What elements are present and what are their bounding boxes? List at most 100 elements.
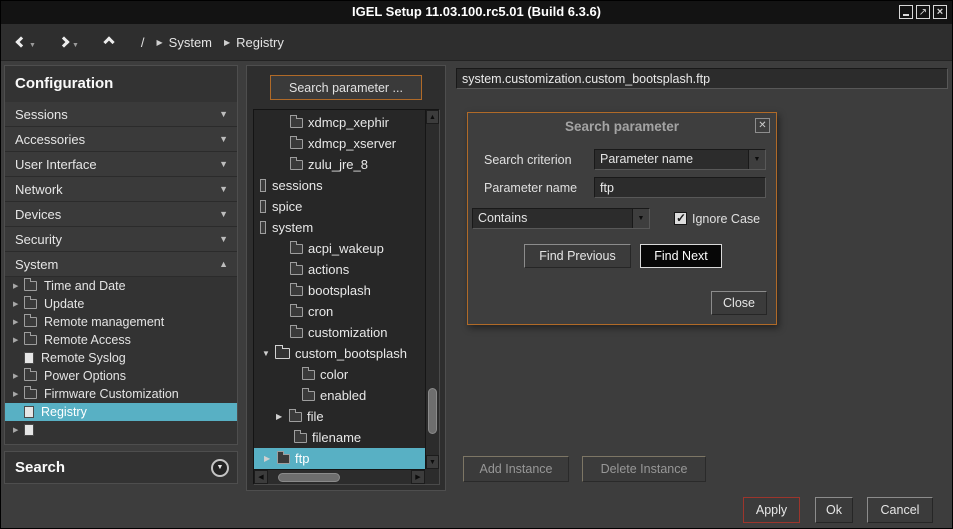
maximize-button[interactable]: ↗ — [916, 5, 930, 19]
tree-item-spice[interactable]: spice — [254, 196, 425, 217]
tree-item-enabled[interactable]: enabled — [254, 385, 425, 406]
sidebar-item-label: Registry — [41, 405, 87, 419]
add-instance-button[interactable]: Add Instance — [463, 456, 569, 482]
sidebar-item-update[interactable]: ▶Update — [5, 295, 237, 313]
apply-button[interactable]: Apply — [743, 497, 800, 523]
sidebar-section-user-interface[interactable]: User Interface▼ — [5, 152, 237, 177]
folder-icon — [24, 299, 37, 309]
dropdown-arrow-icon: ▼ — [632, 209, 649, 228]
sidebar-item-power-options[interactable]: ▶Power Options — [5, 367, 237, 385]
tree-item-cron[interactable]: cron — [254, 301, 425, 322]
dialog-close-button[interactable]: ✕ — [755, 118, 770, 133]
scroll-left-button[interactable]: ◀ — [254, 470, 268, 484]
expand-arrow-icon: ▶ — [13, 426, 24, 434]
tree-item-file[interactable]: ▶file — [254, 406, 425, 427]
folder-icon — [24, 389, 37, 399]
vertical-scrollbar[interactable]: ▲ ▼ — [425, 110, 439, 469]
vertical-scrollbar-thumb[interactable] — [428, 388, 437, 434]
tree-item-label: color — [320, 367, 348, 382]
ok-button[interactable]: Ok — [815, 497, 853, 523]
dialog-close-action-button[interactable]: Close — [711, 291, 767, 315]
expand-arrow-icon: ▶ — [13, 282, 24, 290]
find-next-button[interactable]: Find Next — [640, 244, 722, 268]
tree-item-xdmcp-xserver[interactable]: xdmcp_xserver — [254, 133, 425, 154]
sidebar-section-accessories[interactable]: Accessories▼ — [5, 127, 237, 152]
search-parameter-button[interactable]: Search parameter ... — [270, 75, 422, 100]
sidebar-section-network[interactable]: Network▼ — [5, 177, 237, 202]
scroll-up-button[interactable]: ▲ — [426, 110, 439, 124]
up-button[interactable] — [105, 38, 113, 46]
page-icon — [24, 424, 34, 436]
close-button[interactable]: × — [933, 5, 947, 19]
expand-arrow-icon: ▶ — [13, 390, 24, 398]
expand-arrow-icon[interactable]: ▶ — [276, 412, 289, 421]
search-expand-button[interactable]: ▼ — [211, 459, 229, 477]
search-panel: Search ▼ — [4, 451, 238, 484]
horizontal-scrollbar-thumb[interactable] — [278, 473, 340, 482]
sidebar-item-remote-access[interactable]: ▶Remote Access — [5, 331, 237, 349]
sidebar-item-remote-management[interactable]: ▶Remote management — [5, 313, 237, 331]
sidebar-item-remote-syslog[interactable]: Remote Syslog — [5, 349, 237, 367]
chevron-down-icon: ▼ — [217, 464, 224, 471]
search-parameter-dialog: Search parameter ✕ Search criterion Para… — [467, 112, 777, 325]
scroll-down-button[interactable]: ▼ — [426, 455, 439, 469]
sidebar-item-label: Remote Access — [44, 333, 131, 347]
sidebar-section-sessions[interactable]: Sessions▼ — [5, 102, 237, 127]
folder-icon — [24, 281, 37, 291]
tree-item-xdmcp-xephir[interactable]: xdmcp_xephir — [254, 112, 425, 133]
sidebar-section-security[interactable]: Security▼ — [5, 227, 237, 252]
sidebar-item-time-and-date[interactable]: ▶Time and Date — [5, 277, 237, 295]
sidebar-item-registry[interactable]: Registry — [5, 403, 237, 421]
parameter-name-input[interactable] — [594, 177, 766, 198]
tree-item-label: xdmcp_xephir — [308, 115, 389, 130]
delete-instance-button[interactable]: Delete Instance — [582, 456, 706, 482]
section-label: Sessions — [15, 107, 219, 122]
tree-item-sessions[interactable]: sessions — [254, 175, 425, 196]
tree-item-system[interactable]: system — [254, 217, 425, 238]
folder-icon — [290, 244, 303, 254]
breadcrumb-item-registry[interactable]: ▶Registry — [224, 35, 284, 50]
back-chevron-icon — [15, 36, 26, 47]
sidebar-item-firmware-customization[interactable]: ▶Firmware Customization — [5, 385, 237, 403]
tree-item-actions[interactable]: actions — [254, 259, 425, 280]
folder-icon — [294, 433, 307, 443]
section-label: User Interface — [15, 157, 219, 172]
tree-item-ftp[interactable]: ▶ftp — [254, 448, 425, 469]
folder-icon — [290, 139, 303, 149]
minimize-button[interactable] — [899, 5, 913, 19]
match-mode-select[interactable]: Contains ▼ — [472, 208, 650, 229]
tree-item-bootsplash[interactable]: bootsplash — [254, 280, 425, 301]
sidebar-section-devices[interactable]: Devices▼ — [5, 202, 237, 227]
chevron-up-icon: ▲ — [219, 259, 228, 269]
tree-item-color[interactable]: color — [254, 364, 425, 385]
chevron-down-icon: ▼ — [219, 209, 228, 219]
collapse-arrow-icon[interactable]: ▼ — [262, 349, 275, 358]
tree-item-acpi-wakeup[interactable]: acpi_wakeup — [254, 238, 425, 259]
tree-item-custom-bootsplash[interactable]: ▼custom_bootsplash — [254, 343, 425, 364]
horizontal-scrollbar[interactable]: ◀ ▶ — [254, 469, 425, 484]
scroll-right-button[interactable]: ▶ — [411, 470, 425, 484]
tree-item-filename[interactable]: filename — [254, 427, 425, 448]
expand-arrow-icon[interactable]: ▶ — [264, 454, 277, 463]
maximize-icon: ↗ — [919, 7, 927, 18]
up-chevron-icon — [103, 36, 114, 47]
tree-item-label: actions — [308, 262, 349, 277]
breadcrumb-item-system[interactable]: ▶System — [157, 35, 213, 50]
section-icon — [260, 179, 266, 192]
sidebar-item-label: Update — [44, 297, 84, 311]
tree-item-customization[interactable]: customization — [254, 322, 425, 343]
search-criterion-select[interactable]: Parameter name ▼ — [594, 149, 766, 170]
igel-setup-window: IGEL Setup 11.03.100.rc5.01 (Build 6.3.6… — [0, 0, 953, 529]
tree-item-zulu-jre-8[interactable]: zulu_jre_8 — [254, 154, 425, 175]
sidebar-item-unlabeled[interactable]: ▶ — [5, 421, 237, 439]
ignore-case-checkbox[interactable] — [674, 212, 687, 225]
folder-icon — [302, 391, 315, 401]
chevron-down-icon: ▼ — [219, 184, 228, 194]
cancel-button[interactable]: Cancel — [867, 497, 933, 523]
back-button[interactable]: ▼ — [17, 36, 36, 49]
section-label: Network — [15, 182, 219, 197]
forward-button[interactable]: ▼ — [60, 36, 79, 49]
sidebar-section-system[interactable]: System▲ — [5, 252, 237, 277]
find-previous-button[interactable]: Find Previous — [524, 244, 631, 268]
parameter-path-input[interactable] — [456, 68, 948, 89]
